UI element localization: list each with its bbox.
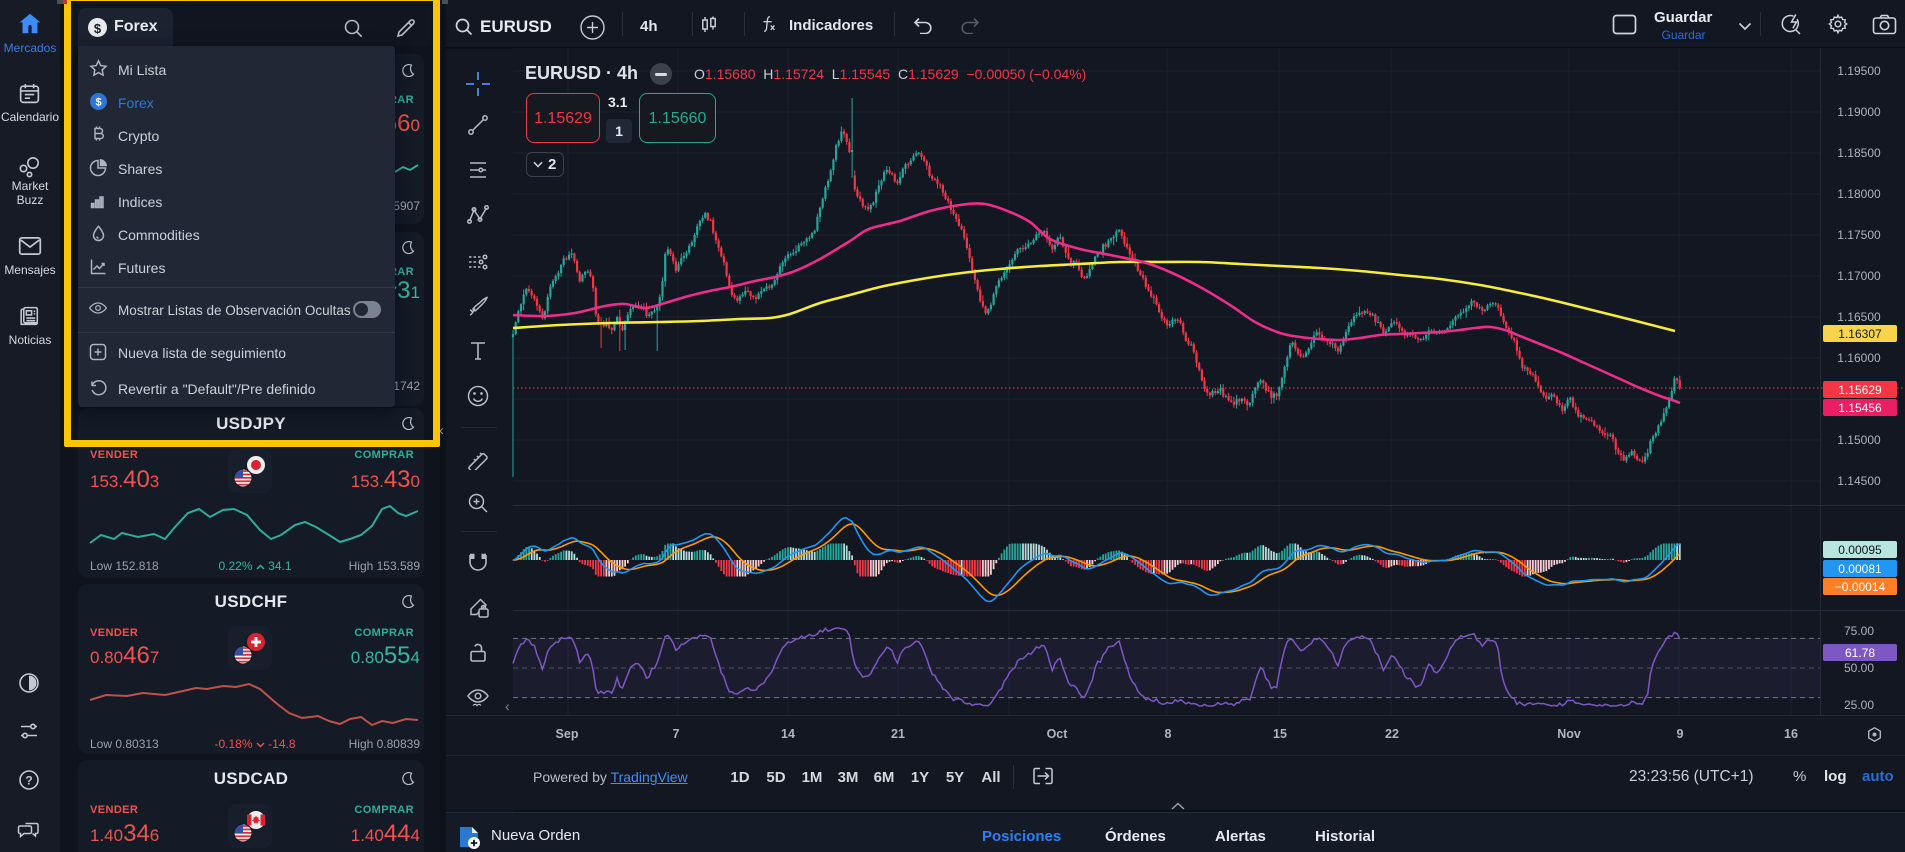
svg-text:?: ? <box>25 774 32 788</box>
